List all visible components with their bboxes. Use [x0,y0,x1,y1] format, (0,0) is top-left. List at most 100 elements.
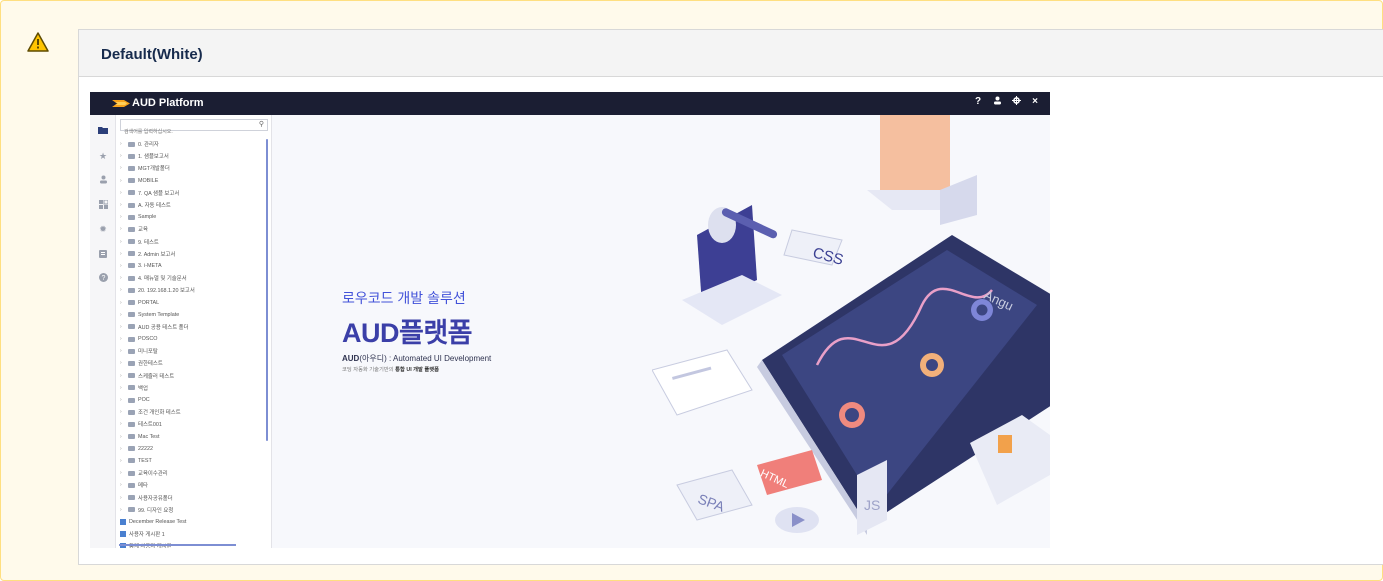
tree-folder-item[interactable]: › 교육 [120,223,266,235]
chevron-right-icon[interactable]: › [120,348,128,354]
chevron-right-icon[interactable]: › [120,239,128,245]
tree-horizontal-scrollbar[interactable] [119,544,236,546]
folder-icon [128,434,135,440]
tree-item-label: 사용자공유폴더 [138,495,173,502]
gear-icon[interactable] [1011,96,1021,108]
tree-folder-item[interactable]: › 미니포탈 [120,345,266,357]
chevron-right-icon[interactable]: › [120,336,128,342]
tree-folder-item[interactable]: › 테스트001 [120,418,266,430]
tree-item-label: 교육 [138,227,148,234]
tree-folder-item[interactable]: › 9. 테스트 [120,236,266,248]
chevron-right-icon[interactable]: › [120,153,128,159]
tree-folder-item[interactable]: › Sample [120,211,266,223]
chevron-right-icon[interactable]: › [120,482,128,488]
chevron-right-icon[interactable]: › [120,360,128,366]
tree-folder-item[interactable]: › 99. 디자인 요청 [120,504,266,516]
chevron-right-icon[interactable]: › [120,495,128,501]
tree-folder-item[interactable]: › MGT개발폴더 [120,162,266,174]
chevron-right-icon[interactable]: › [120,421,128,427]
chevron-right-icon[interactable]: › [120,397,128,403]
search-input[interactable] [121,127,249,137]
tree-folder-item[interactable]: › 스케쥴러 테스트 [120,370,266,382]
js-badge: JS [864,497,880,513]
chevron-right-icon[interactable]: › [120,470,128,476]
tree-folder-item[interactable]: › 20. 192.168.1.20 보고서 [120,284,266,296]
chevron-right-icon[interactable]: › [120,446,128,452]
chevron-right-icon[interactable]: › [120,385,128,391]
chevron-right-icon[interactable]: › [120,251,128,257]
help-button[interactable]: ? [973,96,983,108]
help-circle-icon[interactable]: ? [98,273,108,283]
tree-folder-item[interactable]: › 권한테스트 [120,357,266,369]
chevron-right-icon[interactable]: › [120,263,128,269]
hero-subtitle-rest: 개발 솔루션 [393,290,466,306]
tree-item-label: 교육이수관리 [138,471,168,478]
chevron-right-icon[interactable]: › [120,165,128,171]
chevron-right-icon[interactable]: › [120,312,128,318]
tree-report-item[interactable]: 사용자 게시판 1 [120,528,266,540]
chevron-right-icon[interactable]: › [120,324,128,330]
tree-item-label: 99. 디자인 요청 [138,507,174,514]
tree-folder-item[interactable]: › 사용자공유폴더 [120,491,266,503]
tree-folder-item[interactable]: › Mac Test [120,431,266,443]
tree-folder-item[interactable]: › 7. QA 샘플 보고서 [120,187,266,199]
folder-icon [128,300,135,306]
tree-folder-item[interactable]: › System Template [120,309,266,321]
star-icon[interactable]: ★ [98,151,108,161]
chevron-right-icon[interactable]: › [120,190,128,196]
tree-folder-item[interactable]: › 4. 매뉴얼 및 기술문서 [120,272,266,284]
folder-icon[interactable] [98,126,108,136]
tree-folder-item[interactable]: › 0. 관리자 [120,138,266,150]
grid-icon[interactable] [98,199,108,210]
tree-folder-item[interactable]: › 1. 샘플보고서 [120,150,266,162]
hero-tagline: 코딩 자동화 기술기반의 통합 UI 개발 플랫폼 [342,365,439,373]
tree-folder-item[interactable]: › A. 자동 테스트 [120,199,266,211]
hero-subtitle: 로우코드 개발 솔루션 [342,288,466,308]
tree-folder-item[interactable]: › POSCO [120,333,266,345]
chevron-right-icon[interactable]: › [120,275,128,281]
tree-folder-item[interactable]: › 백업 [120,382,266,394]
chevron-right-icon[interactable]: › [120,141,128,147]
chevron-right-icon[interactable]: › [120,458,128,464]
chevron-right-icon[interactable]: › [120,434,128,440]
tree-folder-item[interactable]: › 메타 [120,479,266,491]
chevron-right-icon[interactable]: › [120,409,128,415]
chevron-right-icon[interactable]: › [120,287,128,293]
bug-icon[interactable]: ✹ [98,224,108,234]
app-screenshot: AUD Platform ? × ★ ✹ ? 검색어를 입력하십시오. ⚲ › … [90,92,1050,548]
tree-folder-item[interactable]: › TEST [120,455,266,467]
tree-folder-item[interactable]: › 3. i-META [120,260,266,272]
icon-rail: ★ ✹ ? [90,115,116,548]
tree-folder-item[interactable]: › PORTAL [120,296,266,308]
chevron-right-icon[interactable]: › [120,178,128,184]
tree-vertical-scrollbar[interactable] [266,139,268,441]
tree-folder-item[interactable]: › POC [120,394,266,406]
chevron-right-icon[interactable]: › [120,300,128,306]
tree-folder-item[interactable]: › MOBILE [120,175,266,187]
tree-report-item[interactable]: December Release Test [120,516,266,528]
chevron-right-icon[interactable]: › [120,373,128,379]
folder-icon [128,202,135,208]
tree-folder-item[interactable]: › 2. Admin 보고서 [120,248,266,260]
tree-folder-item[interactable]: › 조건 개인화 테스트 [120,406,266,418]
tree-folder-item[interactable]: › 22222 [120,443,266,455]
tree-folder-item[interactable]: › AUD 공용 테스트 폴더 [120,321,266,333]
aud-logo-icon [112,100,130,107]
search-icon[interactable]: ⚲ [259,120,264,128]
folder-icon [128,153,135,159]
folder-icon [128,336,135,342]
close-button[interactable]: × [1030,96,1040,108]
tree-item-label: 메타 [138,483,148,490]
user-icon[interactable] [992,96,1002,108]
chevron-right-icon[interactable]: › [120,202,128,208]
user-icon[interactable] [98,175,108,185]
chevron-right-icon[interactable]: › [120,214,128,220]
folder-icon [128,373,135,379]
chevron-right-icon[interactable]: › [120,507,128,513]
tree-folder-item[interactable]: › 교육이수관리 [120,467,266,479]
chevron-right-icon[interactable]: › [120,226,128,232]
folder-icon [128,214,135,220]
folder-icon [128,178,135,184]
clipboard-icon[interactable] [98,249,108,259]
folder-icon [128,312,135,318]
